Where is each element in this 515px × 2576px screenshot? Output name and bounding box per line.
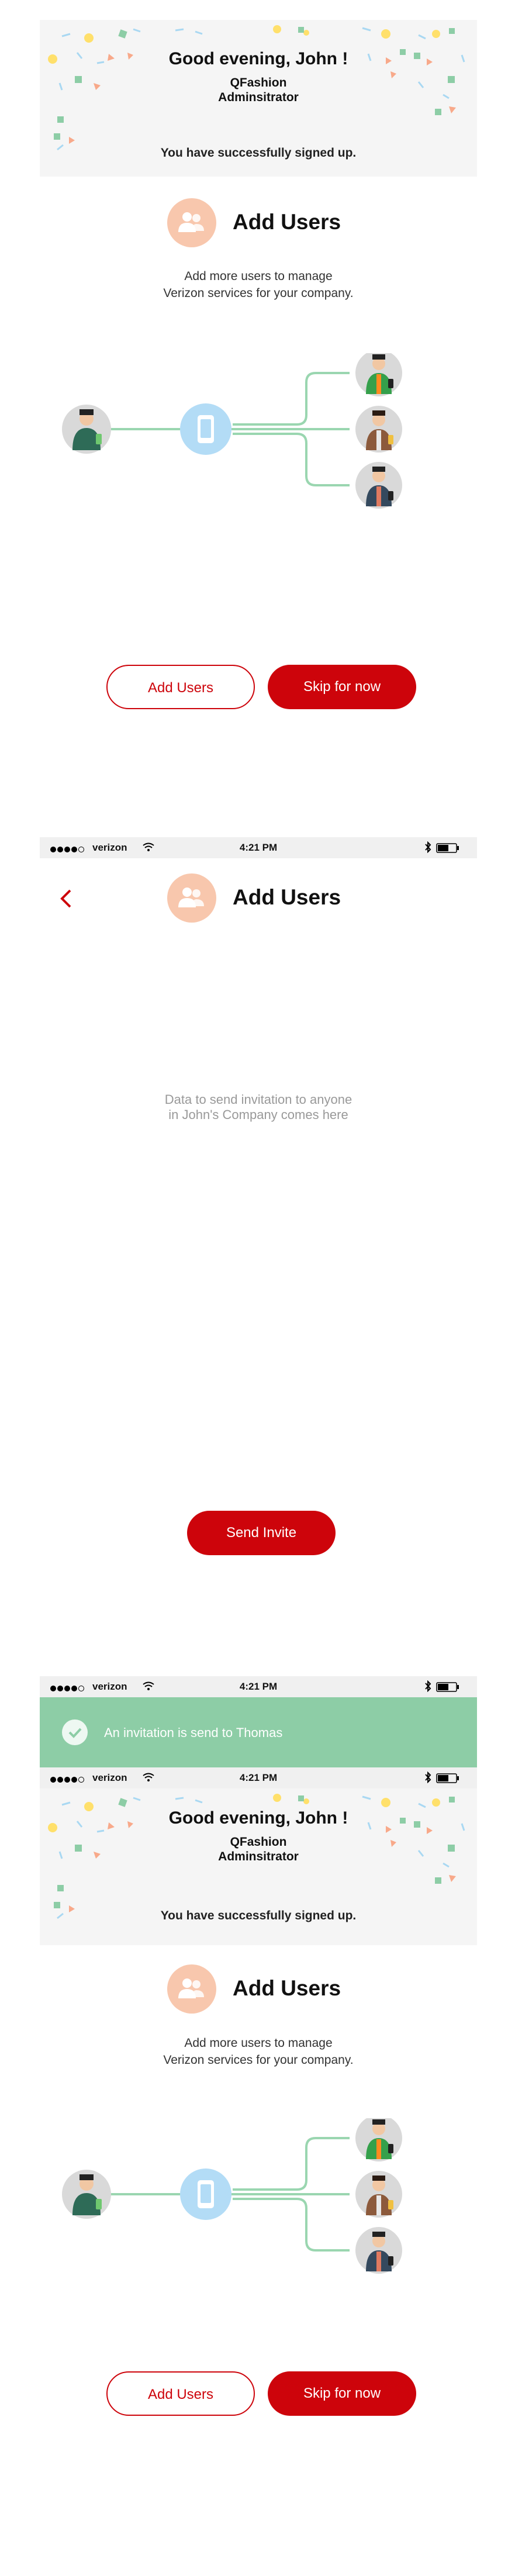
battery-icon: [436, 1682, 459, 1692]
status-time: 4:21 PM: [239, 1681, 278, 1692]
status-time: 4:21 PM: [239, 842, 278, 853]
admin-avatar: [62, 2170, 111, 2219]
page-title: Add Users: [233, 885, 341, 909]
user-avatar: [355, 2171, 402, 2218]
users-icon: [167, 873, 216, 923]
user-avatar: [355, 406, 402, 453]
welcome-with-toast-screen: verizon 4:21 PM An invitation is send to…: [40, 1676, 477, 2576]
invite-placeholder: Data to send invitation to anyone in Joh…: [40, 1092, 477, 1123]
status-bar: verizon 4:21 PM: [40, 1676, 477, 1697]
description-line: Verizon services for your company.: [163, 2053, 354, 2067]
add-users-header: Add Users: [40, 198, 477, 251]
battery-icon: [436, 843, 459, 853]
placeholder-line: Data to send invitation to anyone: [164, 1092, 352, 1107]
skip-button[interactable]: Skip for now: [268, 665, 416, 709]
user-role: Adminsitrator: [218, 91, 299, 104]
toast-message: An invitation is send to Thomas: [104, 1725, 283, 1740]
section-title: Add Users: [233, 210, 341, 234]
add-users-description: Add more users to manage Verizon service…: [40, 268, 477, 302]
description-line: Add more users to manage: [184, 2036, 333, 2050]
status-bar: verizon 4:21 PM: [40, 837, 477, 858]
user-avatar: [355, 462, 402, 509]
invitation-toast[interactable]: An invitation is send to Thomas: [40, 1697, 477, 1767]
status-bar: verizon 4:21 PM: [40, 1767, 477, 1788]
send-invite-button[interactable]: Send Invite: [187, 1511, 336, 1555]
status-time: 4:21 PM: [239, 1772, 278, 1783]
invite-screen: verizon 4:21 PM Add Users Data to send i…: [40, 837, 477, 1629]
bluetooth-icon: [425, 841, 431, 853]
add-users-header: Add Users: [40, 1964, 477, 2017]
placeholder-line: in John's Company comes here: [168, 1107, 348, 1122]
check-icon: [62, 1719, 88, 1745]
bluetooth-icon: [425, 1772, 431, 1783]
description-line: Add more users to manage: [184, 270, 333, 283]
add-users-description: Add more users to manage Verizon service…: [40, 2035, 477, 2069]
users-icon: [167, 198, 216, 247]
greeting-heading: Good evening, John !: [168, 49, 348, 68]
signup-success-message: You have successfully signed up.: [160, 1909, 357, 1922]
user-role: Adminsitrator: [218, 1850, 299, 1863]
company-name: QFashion: [230, 76, 287, 89]
admin-avatar: [62, 405, 111, 454]
users-network-illustration: [62, 353, 402, 509]
signup-success-message: You have successfully signed up.: [160, 146, 357, 160]
users-icon: [167, 1964, 216, 2014]
user-avatar: [355, 353, 402, 396]
add-users-button[interactable]: Add Users: [106, 2371, 255, 2416]
greeting-heading: Good evening, John !: [168, 1808, 348, 1828]
welcome-screen: Good evening, John ! QFashion Adminsitra…: [40, 20, 477, 777]
user-avatar: [355, 2118, 402, 2161]
welcome-banner: Good evening, John ! QFashion Adminsitra…: [40, 20, 477, 177]
add-users-button[interactable]: Add Users: [106, 665, 255, 709]
bluetooth-icon: [425, 1680, 431, 1692]
battery-icon: [436, 1773, 459, 1783]
description-line: Verizon services for your company.: [163, 286, 354, 300]
company-name: QFashion: [230, 1835, 287, 1849]
section-title: Add Users: [233, 1976, 341, 2000]
skip-button[interactable]: Skip for now: [268, 2371, 416, 2416]
user-avatar: [355, 2227, 402, 2274]
invite-header: Add Users: [40, 873, 477, 926]
users-network-illustration: [62, 2118, 402, 2274]
welcome-banner: Good evening, John ! QFashion Adminsitra…: [40, 1788, 477, 1945]
